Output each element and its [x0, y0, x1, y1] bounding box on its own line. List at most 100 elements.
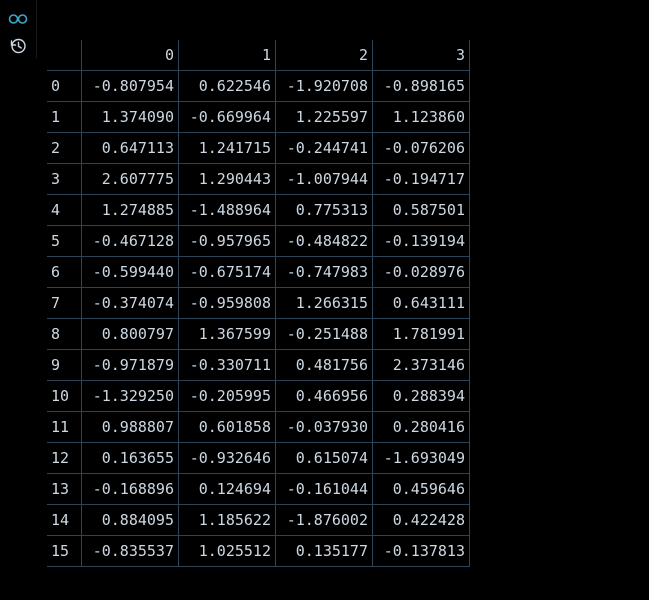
table-row: 15-0.835537 1.025512 0.135177-0.137813 — [47, 536, 470, 567]
row-index: 10 — [47, 381, 82, 412]
cell-value: 0.163655 — [82, 443, 179, 474]
table-row: 1 1.374090-0.669964 1.225597 1.123860 — [47, 102, 470, 133]
cell-value: 2.607775 — [82, 164, 179, 195]
cell-value: -0.139194 — [373, 226, 470, 257]
table-row: 13-0.168896 0.124694-0.161044 0.459646 — [47, 474, 470, 505]
cell-value: -0.959808 — [179, 288, 276, 319]
cell-value: 1.225597 — [276, 102, 373, 133]
cell-value: -0.835537 — [82, 536, 179, 567]
cell-value: 0.800797 — [82, 319, 179, 350]
cell-value: 0.622546 — [179, 71, 276, 102]
cell-value: 0.288394 — [373, 381, 470, 412]
row-index: 2 — [47, 133, 82, 164]
table-row: 10-1.329250-0.205995 0.466956 0.288394 — [47, 381, 470, 412]
cell-value: 1.266315 — [276, 288, 373, 319]
cell-value: 0.459646 — [373, 474, 470, 505]
cell-value: 1.025512 — [179, 536, 276, 567]
table-row: 4 1.274885-1.488964 0.775313 0.587501 — [47, 195, 470, 226]
row-index: 6 — [47, 257, 82, 288]
cell-value: 0.135177 — [276, 536, 373, 567]
cell-value: 1.274885 — [82, 195, 179, 226]
table-row: 5-0.467128-0.957965-0.484822-0.139194 — [47, 226, 470, 257]
row-index: 15 — [47, 536, 82, 567]
cell-value: 0.422428 — [373, 505, 470, 536]
row-index: 0 — [47, 71, 82, 102]
cell-value: 0.601858 — [179, 412, 276, 443]
cell-value: -0.484822 — [276, 226, 373, 257]
cell-value: -0.807954 — [82, 71, 179, 102]
cell-value: -0.675174 — [179, 257, 276, 288]
glasses-icon[interactable] — [6, 6, 30, 30]
row-index: 8 — [47, 319, 82, 350]
cell-value: 1.367599 — [179, 319, 276, 350]
cell-value: -0.957965 — [179, 226, 276, 257]
row-index: 14 — [47, 505, 82, 536]
cell-value: -0.971879 — [82, 350, 179, 381]
cell-gutter — [0, 0, 37, 58]
row-index: 4 — [47, 195, 82, 226]
cell-value: 1.374090 — [82, 102, 179, 133]
cell-value: -0.137813 — [373, 536, 470, 567]
cell-value: 0.280416 — [373, 412, 470, 443]
history-icon[interactable] — [6, 34, 30, 58]
row-index: 12 — [47, 443, 82, 474]
cell-value: 0.615074 — [276, 443, 373, 474]
row-index: 5 — [47, 226, 82, 257]
cell-value: 1.290443 — [179, 164, 276, 195]
cell-value: -1.920708 — [276, 71, 373, 102]
cell-value: -0.599440 — [82, 257, 179, 288]
cell-value: -0.467128 — [82, 226, 179, 257]
cell-value: 0.587501 — [373, 195, 470, 226]
row-index: 3 — [47, 164, 82, 195]
cell-value: 0.124694 — [179, 474, 276, 505]
table-row: 8 0.800797 1.367599-0.251488 1.781991 — [47, 319, 470, 350]
cell-value: 0.481756 — [276, 350, 373, 381]
cell-value: -1.329250 — [82, 381, 179, 412]
cell-value: 1.781991 — [373, 319, 470, 350]
dataframe-table: 0123 0-0.807954 0.622546-1.920708-0.8981… — [47, 40, 470, 567]
cell-value: 0.884095 — [82, 505, 179, 536]
cell-value: -1.007944 — [276, 164, 373, 195]
cell-value: 0.643111 — [373, 288, 470, 319]
cell-value: -0.194717 — [373, 164, 470, 195]
cell-value: -0.898165 — [373, 71, 470, 102]
row-index: 7 — [47, 288, 82, 319]
cell-value: -0.330711 — [179, 350, 276, 381]
cell-value: -0.205995 — [179, 381, 276, 412]
row-index: 9 — [47, 350, 82, 381]
table-row: 9-0.971879-0.330711 0.481756 2.373146 — [47, 350, 470, 381]
cell-value: -0.932646 — [179, 443, 276, 474]
cell-value: -0.161044 — [276, 474, 373, 505]
cell-value: -0.244741 — [276, 133, 373, 164]
table-row: 3 2.607775 1.290443-1.007944-0.194717 — [47, 164, 470, 195]
table-row: 12 0.163655-0.932646 0.615074-1.693049 — [47, 443, 470, 474]
column-header: 3 — [373, 40, 470, 71]
cell-value: -0.076206 — [373, 133, 470, 164]
cell-value: 0.466956 — [276, 381, 373, 412]
column-header: 0 — [82, 40, 179, 71]
header-corner — [47, 40, 82, 71]
table-row: 0-0.807954 0.622546-1.920708-0.898165 — [47, 71, 470, 102]
row-index: 1 — [47, 102, 82, 133]
cell-value: -1.693049 — [373, 443, 470, 474]
cell-value: -0.747983 — [276, 257, 373, 288]
table-row: 11 0.988807 0.601858-0.037930 0.280416 — [47, 412, 470, 443]
column-header: 1 — [179, 40, 276, 71]
cell-value: -0.669964 — [179, 102, 276, 133]
cell-value: 0.775313 — [276, 195, 373, 226]
table-row: 6-0.599440-0.675174-0.747983-0.028976 — [47, 257, 470, 288]
cell-value: 0.647113 — [82, 133, 179, 164]
table-row: 14 0.884095 1.185622-1.876002 0.422428 — [47, 505, 470, 536]
row-index: 13 — [47, 474, 82, 505]
cell-value: -1.488964 — [179, 195, 276, 226]
cell-value: 1.123860 — [373, 102, 470, 133]
column-header: 2 — [276, 40, 373, 71]
cell-value: -0.037930 — [276, 412, 373, 443]
cell-value: -0.028976 — [373, 257, 470, 288]
row-index: 11 — [47, 412, 82, 443]
cell-value: -0.251488 — [276, 319, 373, 350]
cell-value: 2.373146 — [373, 350, 470, 381]
table-row: 7-0.374074-0.959808 1.266315 0.643111 — [47, 288, 470, 319]
cell-value: -0.168896 — [82, 474, 179, 505]
cell-value: 0.988807 — [82, 412, 179, 443]
